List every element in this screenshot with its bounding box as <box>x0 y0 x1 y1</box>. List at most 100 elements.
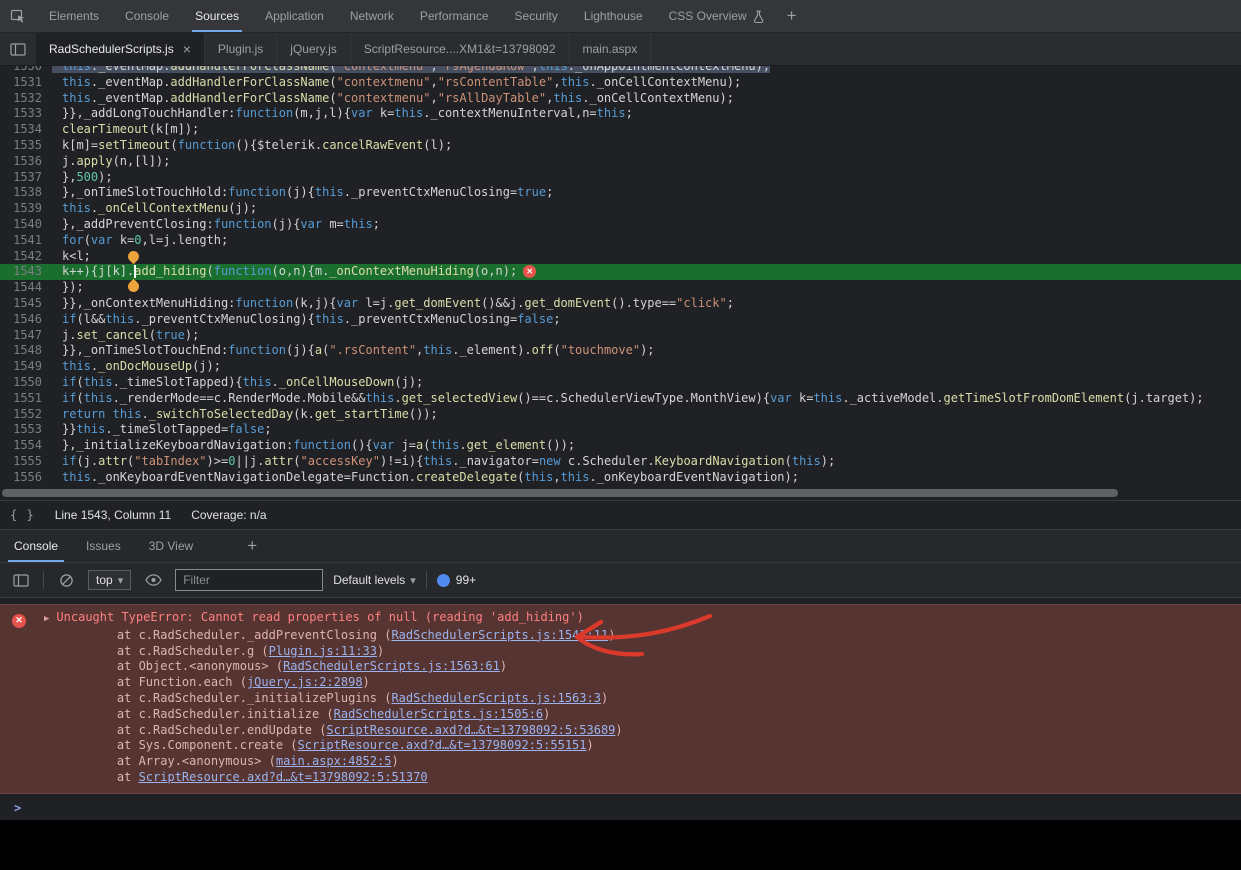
code-line[interactable]: 1533}},_addLongTouchHandler:function(m,j… <box>0 106 1241 122</box>
file-tab-scriptresource-xm1-t-13798092[interactable]: ScriptResource....XM1&t=13798092 <box>351 33 570 65</box>
code-line-text[interactable]: this._eventMap.addHandlerForClassName("c… <box>52 66 770 73</box>
stack-frame-link[interactable]: ScriptResource.axd?d…&t=13798092:5:51370 <box>139 770 428 784</box>
more-tools-plus-icon[interactable]: + <box>235 530 269 562</box>
code-line-text[interactable]: }},_addLongTouchHandler:function(m,j,l){… <box>52 106 633 120</box>
code-line-text[interactable]: }}this._timeSlotTapped=false; <box>52 422 272 436</box>
gutter-line-number[interactable]: 1536 <box>0 154 52 170</box>
gutter-line-number[interactable]: 1541 <box>0 233 52 249</box>
code-line[interactable]: 1537},500); <box>0 170 1241 186</box>
code-line[interactable]: 1555if(j.attr("tabIndex")>=0||j.attr("ac… <box>0 454 1241 470</box>
gutter-line-number[interactable]: 1548 <box>0 343 52 359</box>
gutter-line-number[interactable]: 1537 <box>0 170 52 186</box>
tab-security[interactable]: Security <box>502 0 571 32</box>
gutter-line-number[interactable]: 1555 <box>0 454 52 470</box>
tab-elements[interactable]: Elements <box>36 0 112 32</box>
stack-frame-link[interactable]: jQuery.js:2:2898 <box>247 675 363 689</box>
code-line-text[interactable]: this._eventMap.addHandlerForClassName("c… <box>52 75 741 89</box>
code-line[interactable]: 1556this._onKeyboardEventNavigationDeleg… <box>0 470 1241 486</box>
gutter-line-number[interactable]: 1530 <box>0 66 52 75</box>
stack-frame-link[interactable]: Plugin.js:11:33 <box>269 644 377 658</box>
gutter-line-number[interactable]: 1552 <box>0 407 52 423</box>
gutter-line-number[interactable]: 1535 <box>0 138 52 154</box>
horizontal-scrollbar[interactable] <box>0 486 1241 500</box>
inspect-element-icon[interactable] <box>0 0 36 32</box>
gutter-line-number[interactable]: 1554 <box>0 438 52 454</box>
stack-frame-link[interactable]: ScriptResource.axd?d…&t=13798092:5:55151 <box>298 738 587 752</box>
clear-console-icon[interactable] <box>54 573 78 588</box>
source-editor[interactable]: 1530this._eventMap.addHandlerForClassNam… <box>0 66 1241 486</box>
tab-console[interactable]: Console <box>112 0 182 32</box>
code-line-text[interactable]: clearTimeout(k[m]); <box>52 122 199 136</box>
code-line-text[interactable]: }},_onTimeSlotTouchEnd:function(j){a(".r… <box>52 343 655 357</box>
code-line-text[interactable]: for(var k=0,l=j.length; <box>52 233 228 247</box>
filter-input[interactable] <box>175 569 323 591</box>
issues-counter[interactable]: 99+ <box>437 573 476 587</box>
gutter-line-number[interactable]: 1532 <box>0 91 52 107</box>
code-line-text[interactable]: this._onDocMouseUp(j); <box>52 359 221 373</box>
gutter-line-number[interactable]: 1542 <box>0 249 52 265</box>
tab-network[interactable]: Network <box>337 0 407 32</box>
expand-triangle-icon[interactable] <box>44 612 49 628</box>
code-line-text[interactable]: },500); <box>52 170 113 184</box>
gutter-line-number[interactable]: 1551 <box>0 391 52 407</box>
more-tabs-plus-icon[interactable]: + <box>777 0 807 32</box>
horizontal-scrollbar-thumb[interactable] <box>2 489 1118 497</box>
code-line-text[interactable]: this._eventMap.addHandlerForClassName("c… <box>52 91 734 105</box>
tab-lighthouse[interactable]: Lighthouse <box>571 0 656 32</box>
code-line[interactable]: 1549this._onDocMouseUp(j); <box>0 359 1241 375</box>
pretty-print-button[interactable]: { } <box>10 508 35 522</box>
console-sidebar-icon[interactable] <box>9 574 33 587</box>
code-line-text[interactable]: return this._switchToSelectedDay(k.get_s… <box>52 407 438 421</box>
stack-frame-link[interactable]: RadSchedulerScripts.js:1563:3 <box>391 691 601 705</box>
toggle-navigator-sidebar-icon[interactable] <box>0 33 36 65</box>
stack-frame-link[interactable]: main.aspx:4852:5 <box>276 754 392 768</box>
drawer-tab-console[interactable]: Console <box>0 530 72 562</box>
code-line[interactable]: 1548}},_onTimeSlotTouchEnd:function(j){a… <box>0 343 1241 359</box>
file-tab-plugin-js[interactable]: Plugin.js <box>205 33 277 65</box>
code-line[interactable]: 1547j.set_cancel(true); <box>0 328 1241 344</box>
code-line[interactable]: 1541for(var k=0,l=j.length; <box>0 233 1241 249</box>
code-line[interactable]: 1540},_addPreventClosing:function(j){var… <box>0 217 1241 233</box>
code-line[interactable]: 1534clearTimeout(k[m]); <box>0 122 1241 138</box>
log-levels-selector[interactable]: Default levels <box>333 573 416 587</box>
code-line[interactable]: 1551if(this._renderMode==c.RenderMode.Mo… <box>0 391 1241 407</box>
code-line-text[interactable]: j.apply(n,[l]); <box>52 154 170 168</box>
file-tab-main-aspx[interactable]: main.aspx <box>570 33 652 65</box>
code-line-text[interactable]: if(l&&this._preventCtxMenuClosing){this.… <box>52 312 561 326</box>
stack-frame-link[interactable]: ScriptResource.axd?d…&t=13798092:5:53689 <box>326 723 615 737</box>
gutter-line-number[interactable]: 1556 <box>0 470 52 486</box>
code-line[interactable]: 1544}); <box>0 280 1241 296</box>
console-prompt[interactable] <box>0 794 1241 820</box>
gutter-line-number[interactable]: 1550 <box>0 375 52 391</box>
file-tab-radschedulerscripts-js[interactable]: RadSchedulerScripts.js× <box>36 33 205 65</box>
code-line-text[interactable]: }},_onContextMenuHiding:function(k,j){va… <box>52 296 734 310</box>
gutter-line-number[interactable]: 1544 <box>0 280 52 296</box>
code-line-text[interactable]: },_initializeKeyboardNavigation:function… <box>52 438 575 452</box>
execution-context-selector[interactable]: top <box>88 570 131 590</box>
code-line[interactable]: 1553}}this._timeSlotTapped=false; <box>0 422 1241 438</box>
gutter-line-number[interactable]: 1538 <box>0 185 52 201</box>
gutter-line-number[interactable]: 1534 <box>0 122 52 138</box>
stack-frame-link[interactable]: RadSchedulerScripts.js:1505:6 <box>334 707 544 721</box>
code-line[interactable]: 1552return this._switchToSelectedDay(k.g… <box>0 407 1241 423</box>
code-line-text[interactable]: this._onCellContextMenu(j); <box>52 201 257 215</box>
drawer-tab-issues[interactable]: Issues <box>72 530 135 562</box>
code-line-text[interactable]: k<l; <box>52 249 91 263</box>
tab-application[interactable]: Application <box>252 0 337 32</box>
code-line[interactable]: 1535k[m]=setTimeout(function(){$telerik.… <box>0 138 1241 154</box>
code-line[interactable]: 1550if(this._timeSlotTapped){this._onCel… <box>0 375 1241 391</box>
code-line[interactable]: 1543k++){j[k].add_hiding(function(o,n){m… <box>0 264 1241 280</box>
code-line-text[interactable]: k++){j[k].add_hiding(function(o,n){m._on… <box>52 264 536 278</box>
code-line[interactable]: 1538},_onTimeSlotTouchHold:function(j){t… <box>0 185 1241 201</box>
close-icon[interactable]: × <box>183 42 191 56</box>
code-line[interactable]: 1532this._eventMap.addHandlerForClassNam… <box>0 91 1241 107</box>
error-icon[interactable] <box>523 265 536 278</box>
code-line[interactable]: 1531this._eventMap.addHandlerForClassNam… <box>0 75 1241 91</box>
code-line-text[interactable]: if(j.attr("tabIndex")>=0||j.attr("access… <box>52 454 835 468</box>
gutter-line-number[interactable]: 1539 <box>0 201 52 217</box>
gutter-line-number[interactable]: 1545 <box>0 296 52 312</box>
gutter-line-number[interactable]: 1531 <box>0 75 52 91</box>
code-line-text[interactable]: }); <box>52 280 84 294</box>
code-line[interactable]: 1536j.apply(n,[l]); <box>0 154 1241 170</box>
code-line[interactable]: 1542k<l; <box>0 249 1241 265</box>
